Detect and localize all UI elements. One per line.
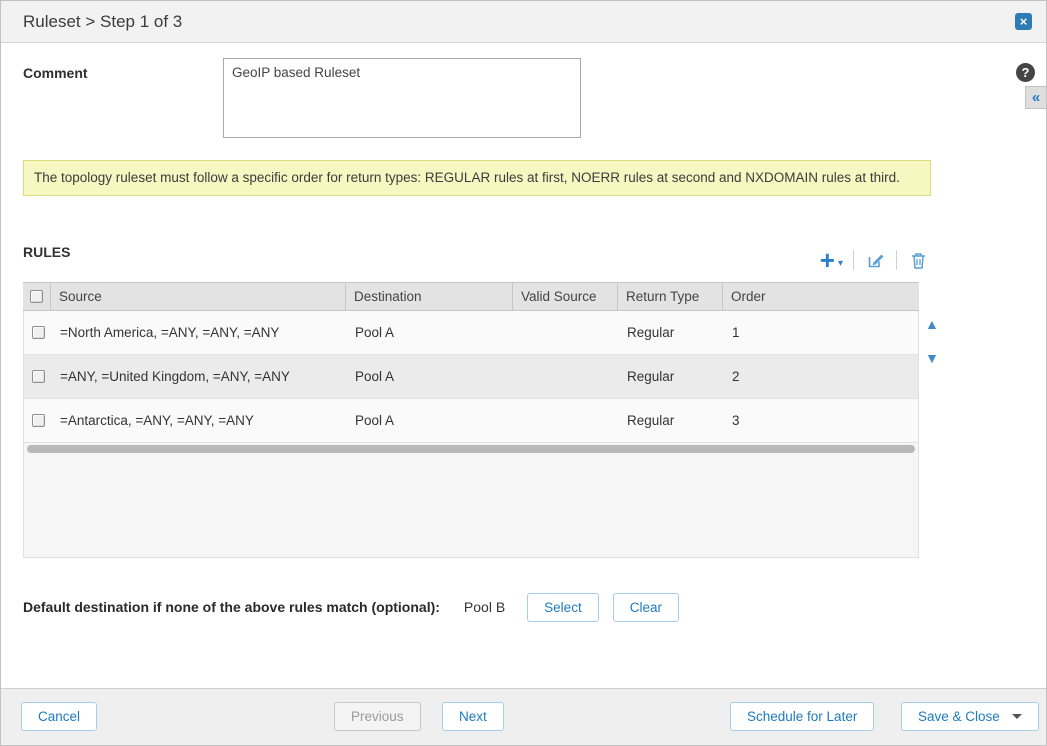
cell-source: =Antarctica, =ANY, =ANY, =ANY [52,399,347,442]
cell-valid-source [514,355,619,398]
chevron-down-icon: ▾ [838,257,843,271]
column-header-return-type[interactable]: Return Type [618,283,723,310]
dialog-titlebar: Ruleset > Step 1 of 3 × [1,1,1046,43]
cell-destination: Pool A [347,311,514,354]
table-row[interactable]: =ANY, =United Kingdom, =ANY, =ANY Pool A… [24,355,918,399]
edit-rule-button[interactable] [864,249,886,271]
scrollbar-thumb[interactable] [27,445,915,453]
cell-destination: Pool A [347,355,514,398]
delete-rule-button[interactable] [907,249,929,271]
table-row[interactable]: =Antarctica, =ANY, =ANY, =ANY Pool A Reg… [24,399,918,443]
default-destination-value: Pool B [464,599,505,615]
select-all-checkbox[interactable] [30,290,43,303]
save-and-close-button[interactable]: Save & Close [901,702,1039,731]
footer-bar: Cancel Previous Next Schedule for Later … [1,688,1046,745]
next-button[interactable]: Next [442,702,504,731]
cell-valid-source [514,399,619,442]
cell-return-type: Regular [619,399,724,442]
rules-toolbar: + ▾ [820,245,929,275]
row-checkbox[interactable] [32,326,45,339]
dialog-title: Ruleset > Step 1 of 3 [23,12,182,32]
checkbox-cell [24,311,52,354]
cell-destination: Pool A [347,399,514,442]
row-checkbox[interactable] [32,414,45,427]
close-icon[interactable]: × [1015,13,1032,30]
cell-valid-source [514,311,619,354]
checkbox-cell [24,355,52,398]
comment-label: Comment [23,65,88,81]
cancel-button[interactable]: Cancel [21,702,97,731]
toolbar-separator [853,250,854,270]
toolbar-separator [896,250,897,270]
schedule-for-later-button[interactable]: Schedule for Later [730,702,874,731]
add-rule-button[interactable]: + ▾ [820,249,843,271]
checkbox-cell [24,399,52,442]
column-header-source[interactable]: Source [51,283,346,310]
previous-button[interactable]: Previous [334,702,421,731]
rules-section-title: RULES [23,244,70,260]
ruleset-wizard-dialog: Ruleset > Step 1 of 3 × Comment GeoIP ba… [0,0,1047,746]
cell-order: 2 [724,355,918,398]
cell-order: 3 [724,399,918,442]
edit-icon [866,251,885,270]
collapse-panel-icon[interactable]: « [1025,86,1046,109]
row-checkbox[interactable] [32,370,45,383]
default-destination-label: Default destination if none of the above… [23,599,440,615]
help-icon[interactable]: ? [1016,63,1035,82]
cell-order: 1 [724,311,918,354]
rules-table: Source Destination Valid Source Return T… [23,282,919,558]
column-header-destination[interactable]: Destination [346,283,513,310]
cell-return-type: Regular [619,355,724,398]
cell-source: =ANY, =United Kingdom, =ANY, =ANY [52,355,347,398]
move-up-icon[interactable]: ▲ [925,317,939,331]
table-row[interactable]: =North America, =ANY, =ANY, =ANY Pool A … [24,311,918,355]
horizontal-scrollbar[interactable] [24,443,918,455]
move-down-icon[interactable]: ▼ [925,351,939,365]
rules-table-header: Source Destination Valid Source Return T… [23,282,919,311]
default-destination-row: Default destination if none of the above… [23,592,679,622]
plus-icon: + [820,249,835,271]
column-header-order[interactable]: Order [723,283,919,310]
info-banner: The topology ruleset must follow a speci… [23,160,931,196]
select-button[interactable]: Select [527,593,599,622]
save-and-close-label: Save & Close [918,709,1000,724]
comment-input[interactable]: GeoIP based Ruleset [223,58,581,138]
column-header-valid-source[interactable]: Valid Source [513,283,618,310]
trash-icon [910,251,927,270]
cell-source: =North America, =ANY, =ANY, =ANY [52,311,347,354]
cell-return-type: Regular [619,311,724,354]
chevron-down-icon [1012,714,1022,719]
select-all-cell [23,283,51,310]
clear-button[interactable]: Clear [613,593,679,622]
